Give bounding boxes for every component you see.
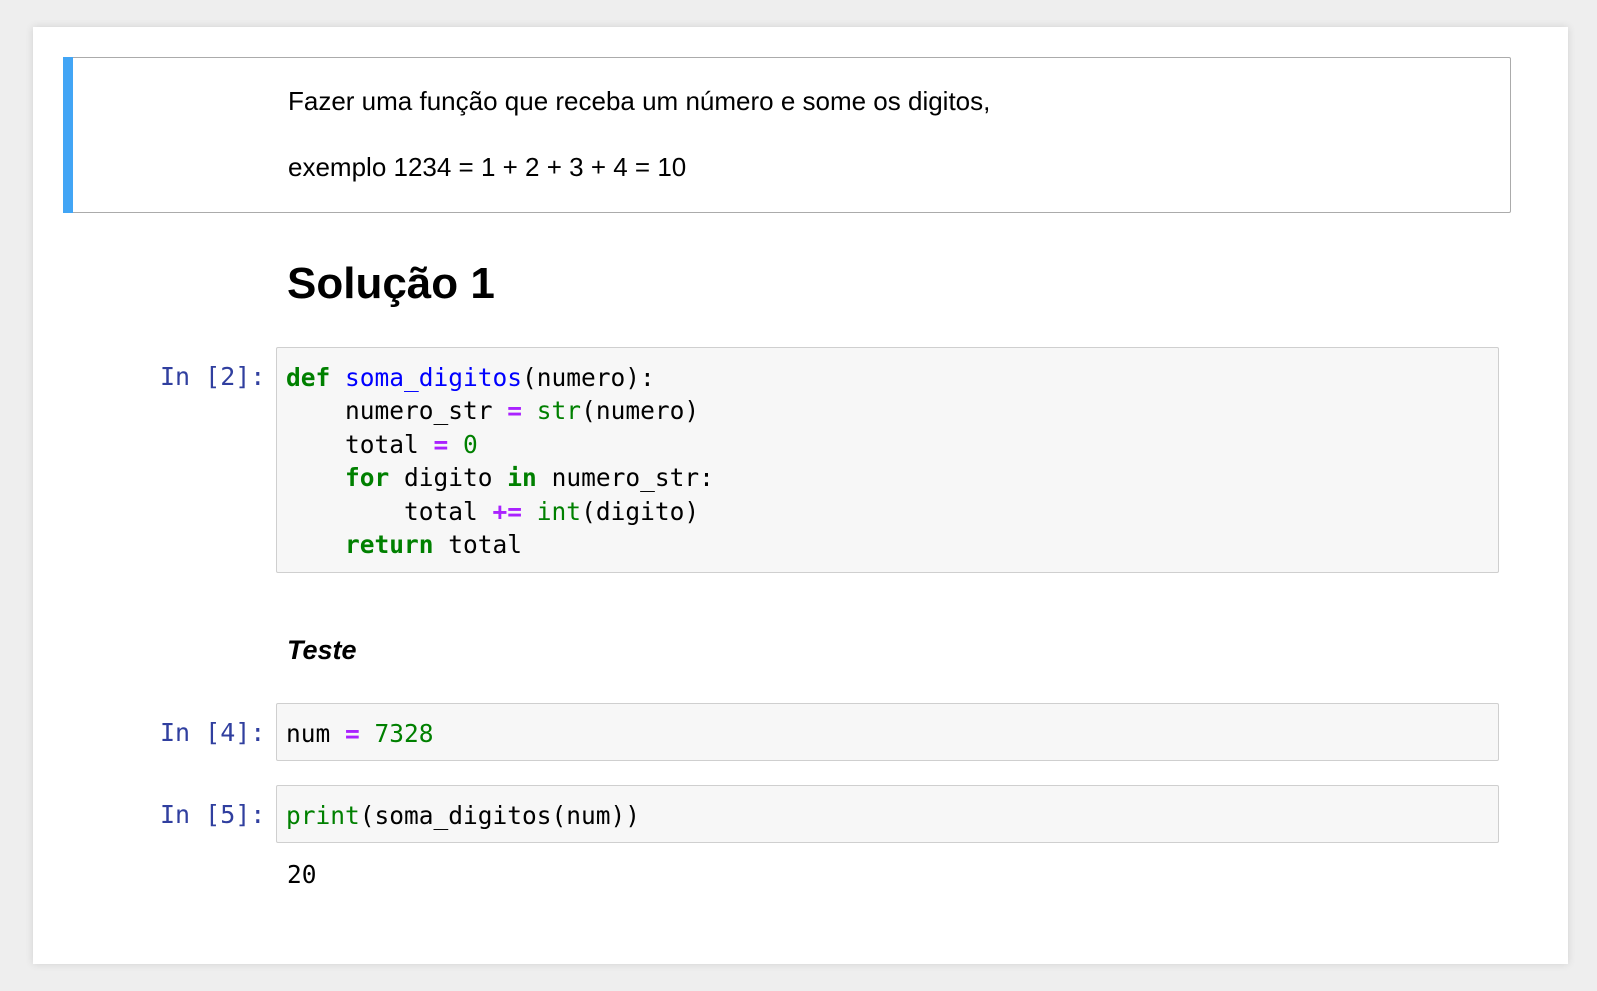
code-editor[interactable]: print(soma_digitos(num)) <box>277 786 1498 832</box>
code-editor[interactable]: def soma_digitos(numero): numero_str = s… <box>277 348 1498 561</box>
code-line-6: return total <box>345 530 523 560</box>
cell-output-5: 20 <box>287 860 317 889</box>
code-line-1: num = 7328 <box>286 719 434 748</box>
markdown-line-1: Fazer uma função que receba um número e … <box>288 86 991 116</box>
code-editor[interactable]: num = 7328 <box>277 704 1498 750</box>
heading-solucao: Solução 1 <box>287 259 495 308</box>
markdown-line-2: exemplo 1234 = 1 + 2 + 3 + 4 = 10 <box>288 152 687 182</box>
code-cell-4[interactable]: num = 7328 <box>276 703 1499 761</box>
code-cell-2[interactable]: def soma_digitos(numero): numero_str = s… <box>276 347 1499 573</box>
notebook-page: Fazer uma função que receba um número e … <box>33 27 1568 964</box>
selection-indicator-bar <box>63 57 73 213</box>
code-line-1: def soma_digitos(numero): <box>286 363 655 392</box>
cell-prompt-4: In [4]: <box>160 718 266 747</box>
code-line-1: print(soma_digitos(num)) <box>286 801 641 830</box>
markdown-cell-selected[interactable]: Fazer uma função que receba um número e … <box>63 57 1511 213</box>
cell-prompt-5: In [5]: <box>160 800 266 829</box>
code-line-5: total += int(digito) <box>286 496 700 526</box>
code-cell-5[interactable]: print(soma_digitos(num)) <box>276 785 1499 843</box>
cell-prompt-2: In [2]: <box>160 362 266 391</box>
code-line-2: numero_str = str(numero) <box>286 396 700 426</box>
subheading-teste: Teste <box>287 635 357 665</box>
code-line-4: for digito in numero_str: <box>345 463 714 493</box>
code-line-3: total = 0 <box>286 429 478 459</box>
